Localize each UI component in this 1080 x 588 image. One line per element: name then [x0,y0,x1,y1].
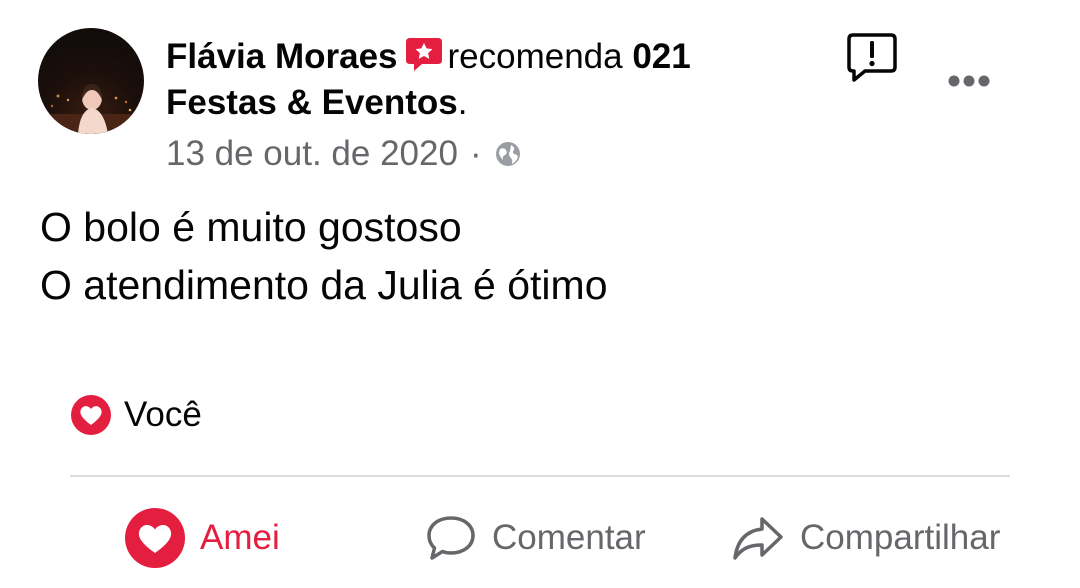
divider [70,475,1010,477]
love-icon [125,508,185,568]
love-reaction-button[interactable]: Amei [124,500,280,576]
reactions-summary[interactable]: Você [70,394,202,436]
recommend-text: recomenda [447,37,623,76]
more-options-icon[interactable] [945,66,993,96]
post-body-line: O atendimento da Julia é ótimo [40,262,608,308]
post-date[interactable]: 13 de out. de 2020 [166,132,458,176]
recommend-icon [405,38,442,71]
comment-label: Comentar [492,518,646,557]
share-button[interactable]: Compartilhar [730,500,1000,576]
post-body-line: O bolo é muito gostoso [40,204,462,250]
share-label: Compartilhar [800,518,1001,557]
author-name[interactable]: Flávia Moraes [166,37,398,76]
recommendation-post: Flávia Moraes recomenda 021 Festas & Eve… [0,0,1080,588]
report-icon[interactable] [845,30,899,84]
love-icon [71,395,111,435]
share-icon [733,517,783,560]
meta-separator: · [469,134,482,173]
avatar[interactable] [38,28,144,134]
comment-button[interactable]: Comentar [424,500,646,576]
post-header: Flávia Moraes recomenda 021 Festas & Eve… [166,34,806,126]
post-meta: 13 de out. de 2020 · [166,132,522,176]
post-body: O bolo é muito gostoso O atendimento da … [40,198,608,314]
post-actions-bar: Amei Comentar Compartilhar [0,500,1080,576]
page-suffix: . [457,83,468,122]
comment-icon [427,516,475,560]
globe-icon [495,142,520,166]
reactions-label: Você [124,395,202,434]
love-reaction-label: Amei [200,518,280,557]
